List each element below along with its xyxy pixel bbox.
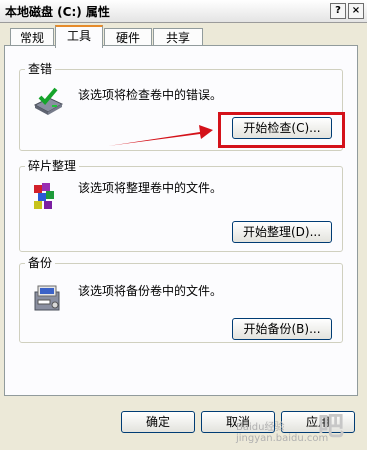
watermark-text: Baidu经验 jingyan.baidu.com <box>236 422 329 444</box>
annotation-arrow <box>108 125 213 146</box>
